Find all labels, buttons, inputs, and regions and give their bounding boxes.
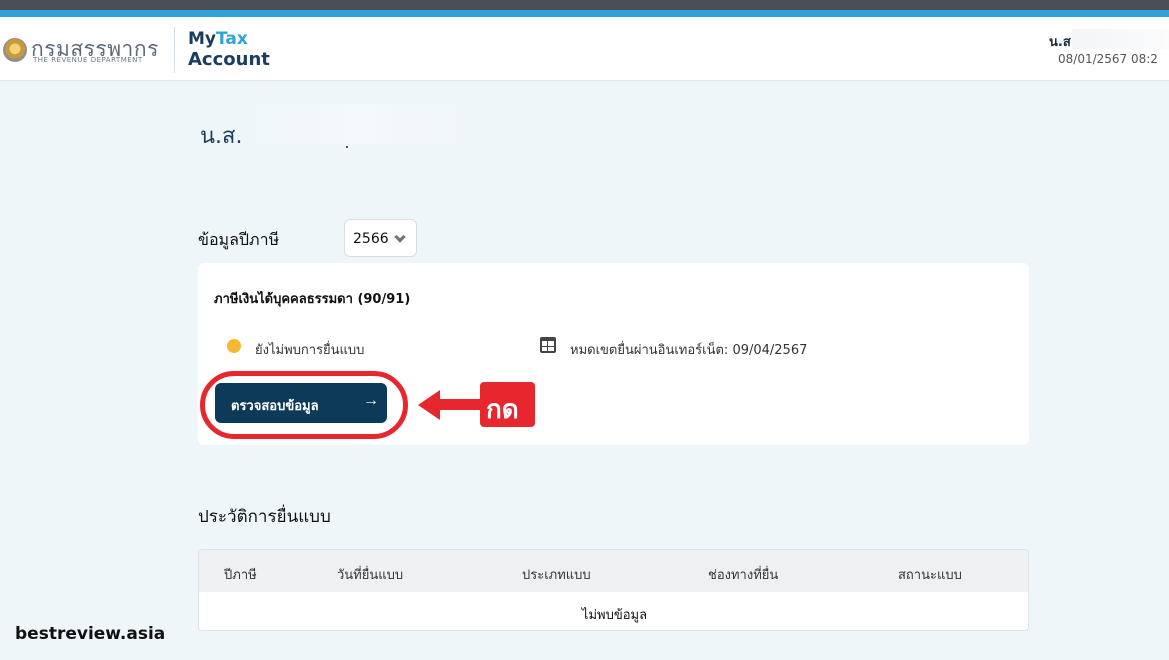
- history-table: ปีภาษี วันที่ยื่นแบบ ประเภทแบบ ช่องทางที…: [198, 549, 1029, 631]
- tax-year-select[interactable]: 2566: [344, 219, 417, 257]
- column-header-status[interactable]: สถานะแบบ: [898, 564, 962, 585]
- column-header-tax-year[interactable]: ปีภาษี: [224, 564, 257, 585]
- site-header: กรมสรรพากร THE REVENUE DEPARTMENT MyTax …: [0, 17, 1169, 81]
- top-accent-strip: [0, 10, 1169, 17]
- name-dot: [346, 146, 348, 148]
- logo-english-text[interactable]: THE REVENUE DEPARTMENT: [33, 56, 143, 64]
- table-header: ปีภาษี วันที่ยื่นแบบ ประเภทแบบ ช่องทางที…: [199, 550, 1028, 592]
- filing-status-text: ยังไม่พบการยื่นแบบ: [255, 343, 365, 358]
- no-data-text: ไม่พบข้อมูล: [581, 608, 648, 623]
- column-header-filing-date[interactable]: วันที่ยื่นแบบ: [337, 564, 403, 585]
- redacted-user-name: [1072, 29, 1169, 49]
- chevron-down-icon: [394, 231, 406, 243]
- watermark: bestreview.asia: [15, 624, 166, 644]
- app-name[interactable]: MyTax: [188, 29, 248, 49]
- press-annotation-text: กด: [486, 395, 519, 425]
- calendar-icon: [540, 337, 556, 353]
- column-header-form-type[interactable]: ประเภทแบบ: [522, 564, 591, 585]
- press-annotation: กด: [480, 382, 535, 427]
- page-user-name: น.ส.: [200, 124, 243, 149]
- column-header-channel[interactable]: ช่องทางที่ยื่น: [708, 564, 778, 585]
- annotation-arrow-shaft: [436, 399, 480, 410]
- top-strip: [0, 0, 1169, 10]
- revenue-department-seal-icon[interactable]: [3, 38, 27, 62]
- deadline-text: หมดเขตยื่นผ่านอินเทอร์เน็ต: 09/04/2567: [570, 343, 808, 358]
- tax-year-value: 2566: [353, 231, 389, 247]
- highlight-ring: [200, 371, 408, 439]
- history-title: ประวัติการยื่นแบบ: [198, 507, 331, 527]
- app-name-my: My: [188, 29, 216, 49]
- app-name-tax: Tax: [216, 29, 248, 49]
- table-row: ไม่พบข้อมูล: [199, 592, 1028, 630]
- card-title: ภาษีเงินได้บุคคลธรรมดา (90/91): [214, 292, 411, 307]
- status-dot-icon: [227, 339, 241, 353]
- tax-year-label: ข้อมูลปีภาษี: [198, 230, 280, 249]
- header-divider: [174, 27, 175, 73]
- header-datetime: 08/01/2567 08:2: [1058, 52, 1158, 66]
- app-name-account[interactable]: Account: [188, 49, 270, 70]
- redacted-name: [256, 104, 466, 144]
